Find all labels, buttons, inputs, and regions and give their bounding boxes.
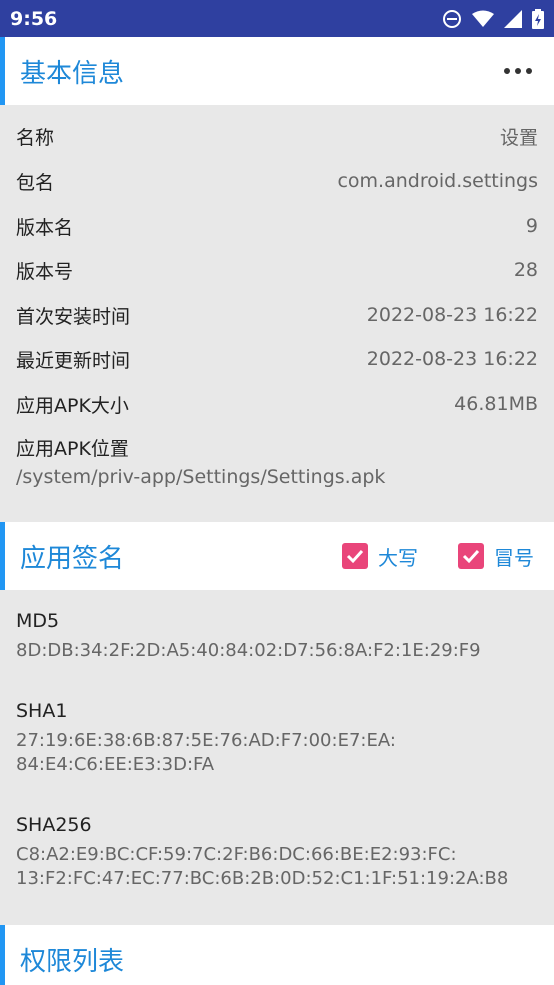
signature-header: 应用签名 大写 冒号 xyxy=(0,522,554,590)
colon-label: 冒号 xyxy=(494,545,534,570)
permissions-header[interactable]: 权限列表 xyxy=(0,925,554,985)
sha256-label: SHA256 xyxy=(16,814,92,836)
more-options-button[interactable] xyxy=(504,68,532,74)
info-label: 首次安装时间 xyxy=(16,305,131,328)
status-bar: 9:56 xyxy=(0,0,554,37)
sha256-value: C8:A2:E9:BC:CF:59:7C:2F:B6:DC:66:BE:E2:9… xyxy=(16,844,509,889)
info-row-version-code: 版本号 28 xyxy=(16,255,538,285)
info-row-name: 名称 设置 xyxy=(16,121,538,151)
section-accent-bar xyxy=(0,522,5,590)
apk-location-value: /system/priv-app/Settings/Settings.apk xyxy=(16,466,386,488)
md5-label: MD5 xyxy=(16,610,60,632)
cellular-signal-icon xyxy=(504,9,522,28)
info-value: 9 xyxy=(525,215,538,237)
basic-info-title: 基本信息 xyxy=(20,58,125,89)
battery-icon xyxy=(532,8,544,29)
section-accent-bar xyxy=(0,925,5,985)
checkbox-checked-icon[interactable] xyxy=(458,543,484,569)
info-value: 2022-08-23 16:22 xyxy=(366,304,538,326)
status-time: 9:56 xyxy=(10,7,58,30)
info-row-package: 包名 com.android.settings xyxy=(16,166,538,196)
info-value: 28 xyxy=(513,259,538,281)
more-dot-icon xyxy=(515,68,521,74)
permissions-title: 权限列表 xyxy=(20,947,125,977)
uppercase-checkbox[interactable]: 大写 xyxy=(342,542,418,571)
sha1-label: SHA1 xyxy=(16,700,68,722)
info-label: 应用APK大小 xyxy=(16,394,129,417)
apk-location-label: 应用APK位置 xyxy=(16,438,129,460)
info-value: 46.81MB xyxy=(454,393,538,415)
info-label: 包名 xyxy=(16,171,55,194)
info-row-apk-size: 应用APK大小 46.81MB xyxy=(16,389,538,419)
info-value: 设置 xyxy=(499,126,538,149)
info-row-version-name: 版本名 9 xyxy=(16,211,538,241)
wifi-icon xyxy=(472,10,494,28)
info-label: 版本名 xyxy=(16,216,74,239)
info-value: 2022-08-23 16:22 xyxy=(366,348,538,370)
status-icons xyxy=(442,8,544,29)
more-dot-icon xyxy=(526,68,532,74)
md5-value: 8D:DB:34:2F:2D:A5:40:84:02:D7:56:8A:F2:1… xyxy=(16,640,481,661)
sha1-value: 27:19:6E:38:6B:87:5E:76:AD:F7:00:E7:EA: … xyxy=(16,730,396,775)
basic-info-header: 基本信息 xyxy=(0,37,554,105)
info-row-last-update: 最近更新时间 2022-08-23 16:22 xyxy=(16,344,538,374)
checkbox-checked-icon[interactable] xyxy=(342,543,368,569)
section-accent-bar xyxy=(0,37,5,105)
info-value: com.android.settings xyxy=(337,170,538,192)
info-label: 版本号 xyxy=(16,260,74,283)
do-not-disturb-icon xyxy=(442,9,462,29)
signature-title: 应用签名 xyxy=(20,543,125,574)
uppercase-label: 大写 xyxy=(378,545,418,570)
info-label: 最近更新时间 xyxy=(16,349,131,372)
colon-checkbox[interactable]: 冒号 xyxy=(458,542,534,571)
info-row-first-install: 首次安装时间 2022-08-23 16:22 xyxy=(16,300,538,330)
more-dot-icon xyxy=(504,68,510,74)
info-label: 名称 xyxy=(16,126,55,149)
